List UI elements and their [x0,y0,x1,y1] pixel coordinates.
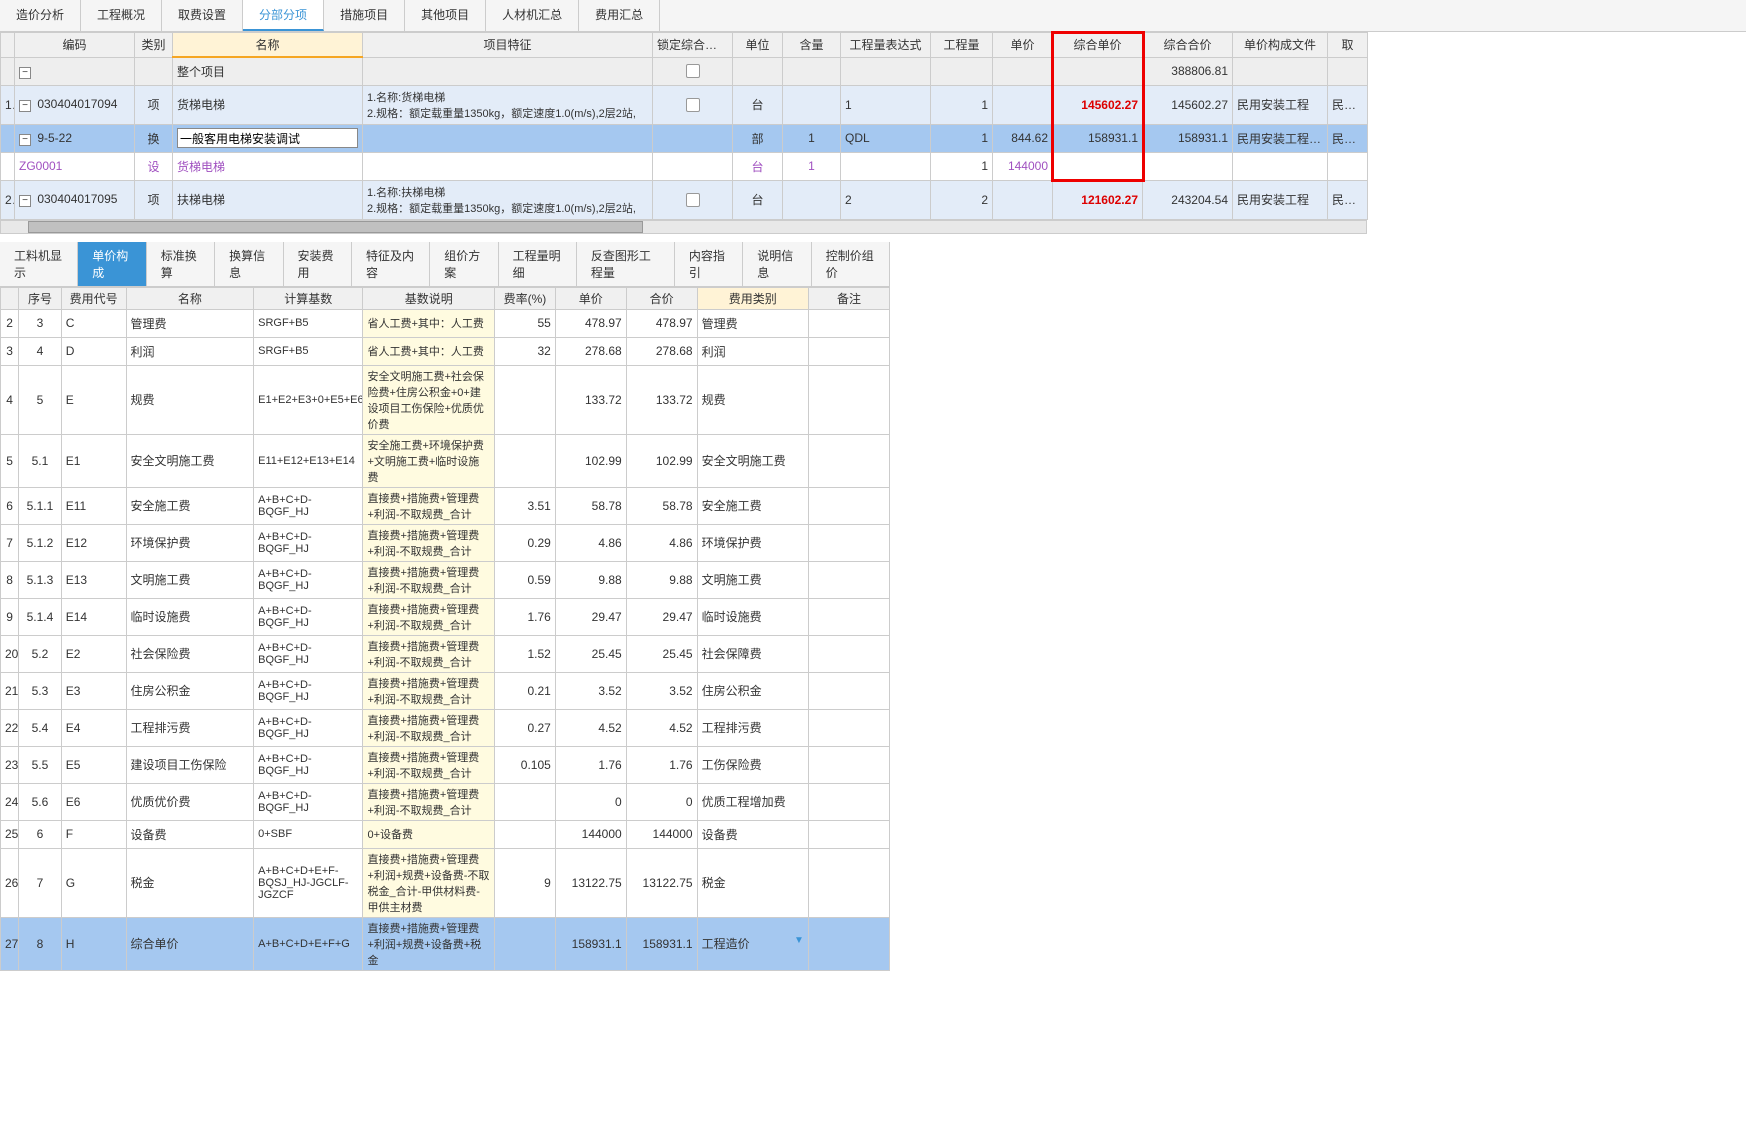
main-header-工程量[interactable]: 工程量 [931,33,993,58]
lock-checkbox[interactable] [686,64,700,78]
lower-row[interactable]: 3 4 D 利润 SRGF+B5 省人工费+其中：人工费 32 278.68 2… [1,337,890,365]
lower-row[interactable]: 27 8 H 综合单价 A+B+C+D+E+F+G 直接费+措施费+管理费+利润… [1,917,890,970]
lower-row[interactable]: 20 5.2 E2 社会保险费 A+B+C+D-BQGF_HJ 直接费+措施费+… [1,635,890,672]
lower-row[interactable]: 5 5.1 E1 安全文明施工费 E11+E12+E13+E14 安全施工费+环… [1,434,890,487]
expander-icon[interactable]: − [19,100,31,112]
top-tab-其他项目[interactable]: 其他项目 [405,0,486,31]
lower-row[interactable]: 25 6 F 设备费 0+SBF 0+设备费 144000 144000 设备费 [1,820,890,848]
sub-tab-单价构成[interactable]: 单价构成 [78,242,146,286]
total-row[interactable]: − 整个项目 388806.81 [1,57,1368,85]
sub-tabs: 工料机显示单价构成标准换算换算信息安装费用特征及内容组价方案工程量明细反查图形工… [0,242,890,287]
top-tab-分部分项[interactable]: 分部分项 [243,0,324,31]
sub-tab-换算信息[interactable]: 换算信息 [215,242,283,286]
top-tab-造价分析[interactable]: 造价分析 [0,0,81,31]
total-sum: 388806.81 [1143,57,1233,85]
lower-row[interactable]: 21 5.3 E3 住房公积金 A+B+C+D-BQGF_HJ 直接费+措施费+… [1,672,890,709]
sub-tab-工料机显示[interactable]: 工料机显示 [0,242,78,286]
main-header-综合合价[interactable]: 综合合价 [1143,33,1233,58]
sub-tab-工程量明细[interactable]: 工程量明细 [499,242,577,286]
lower-row[interactable]: 26 7 G 税金 A+B+C+D+E+F-BQSJ_HJ-JGCLF-JGZC… [1,848,890,917]
main-header-工程量表达式[interactable]: 工程量表达式 [841,33,931,58]
lower-row[interactable]: 2 3 C 管理费 SRGF+B5 省人工费+其中：人工费 55 478.97 … [1,309,890,337]
sub-tab-特征及内容[interactable]: 特征及内容 [352,242,430,286]
main-horizontal-scrollbar[interactable] [0,220,1367,234]
sub-tab-内容指引[interactable]: 内容指引 [675,242,743,286]
main-row[interactable]: 2 − 030404017095 项 扶梯电梯 1.名称:扶梯电梯2.规格：额定… [1,180,1368,219]
main-header-锁定综合单价[interactable]: 锁定综合单价 [653,33,733,58]
lower-row[interactable]: 23 5.5 E5 建设项目工伤保险 A+B+C+D-BQGF_HJ 直接费+措… [1,746,890,783]
lock-checkbox[interactable] [686,193,700,207]
lower-header-计算基数[interactable]: 计算基数 [254,287,363,309]
lower-row[interactable]: 8 5.1.3 E13 文明施工费 A+B+C+D-BQGF_HJ 直接费+措施… [1,561,890,598]
main-header-项目特征[interactable]: 项目特征 [363,33,653,58]
main-header-综合单价[interactable]: 综合单价 [1053,33,1143,58]
main-header-编码[interactable]: 编码 [15,33,135,58]
expander-icon[interactable]: − [19,195,31,207]
sub-tab-安装费用[interactable]: 安装费用 [284,242,352,286]
lower-row[interactable]: 7 5.1.2 E12 环境保护费 A+B+C+D-BQGF_HJ 直接费+措施… [1,524,890,561]
dropdown-icon[interactable]: ▼ [794,935,804,946]
main-header-idx[interactable] [1,33,15,58]
lower-header-费用类别[interactable]: 费用类别 [697,287,808,309]
lower-header-idx[interactable] [1,287,19,309]
main-header-取[interactable]: 取 [1328,33,1368,58]
top-tab-工程概况[interactable]: 工程概况 [81,0,162,31]
main-header-含量[interactable]: 含量 [783,33,841,58]
main-header-名称[interactable]: 名称 [173,33,363,58]
lower-header-合价[interactable]: 合价 [626,287,697,309]
top-tab-措施项目[interactable]: 措施项目 [324,0,405,31]
total-name: 整个项目 [173,57,363,85]
lock-checkbox[interactable] [686,98,700,112]
main-header-类别[interactable]: 类别 [135,33,173,58]
top-tabs: 造价分析工程概况取费设置分部分项措施项目其他项目人材机汇总费用汇总 [0,0,1746,32]
main-header-单价[interactable]: 单价 [993,33,1053,58]
sub-tab-反查图形工程量[interactable]: 反查图形工程量 [577,242,675,286]
lower-row[interactable]: 9 5.1.4 E14 临时设施费 A+B+C+D-BQGF_HJ 直接费+措施… [1,598,890,635]
sub-tab-标准换算[interactable]: 标准换算 [147,242,215,286]
lower-header-单价[interactable]: 单价 [555,287,626,309]
lower-header-备注[interactable]: 备注 [808,287,889,309]
sub-tab-控制价组价[interactable]: 控制价组价 [812,242,890,286]
main-row[interactable]: 1 − 030404017094 项 货梯电梯 1.名称:货梯电梯2.规格：额定… [1,85,1368,124]
sub-tab-组价方案[interactable]: 组价方案 [430,242,498,286]
name-input[interactable] [177,128,358,148]
sub-tab-说明信息[interactable]: 说明信息 [743,242,811,286]
lower-row[interactable]: 24 5.6 E6 优质优价费 A+B+C+D-BQGF_HJ 直接费+措施费+… [1,783,890,820]
main-header-单位[interactable]: 单位 [733,33,783,58]
lower-header-费用代号[interactable]: 费用代号 [61,287,126,309]
lower-row[interactable]: 6 5.1.1 E11 安全施工费 A+B+C+D-BQGF_HJ 直接费+措施… [1,487,890,524]
main-row[interactable]: ZG0001 设 货梯电梯 台 1 1 144000 [1,152,1368,180]
lower-header-费率(%)[interactable]: 费率(%) [495,287,556,309]
main-table: 编码类别名称项目特征锁定综合单价单位含量工程量表达式工程量单价综合单价综合合价单… [0,32,1368,220]
expander-icon[interactable]: − [19,134,31,146]
main-row[interactable]: − 9-5-22 换 部 1 QDL 1 844.62 158931.1 158… [1,124,1368,152]
lower-header-名称[interactable]: 名称 [126,287,254,309]
lower-header-序号[interactable]: 序号 [19,287,62,309]
top-tab-人材机汇总[interactable]: 人材机汇总 [486,0,579,31]
lower-table: 序号费用代号名称计算基数基数说明费率(%)单价合价费用类别备注 2 3 C 管理… [0,287,890,971]
top-tab-取费设置[interactable]: 取费设置 [162,0,243,31]
main-header-单价构成文件[interactable]: 单价构成文件 [1233,33,1328,58]
top-tab-费用汇总[interactable]: 费用汇总 [579,0,660,31]
lower-row[interactable]: 4 5 E 规费 E1+E2+E3+0+E5+E6 安全文明施工费+社会保险费+… [1,365,890,434]
collapse-icon[interactable]: − [19,67,31,79]
lower-header-基数说明[interactable]: 基数说明 [363,287,495,309]
lower-row[interactable]: 22 5.4 E4 工程排污费 A+B+C+D-BQGF_HJ 直接费+措施费+… [1,709,890,746]
